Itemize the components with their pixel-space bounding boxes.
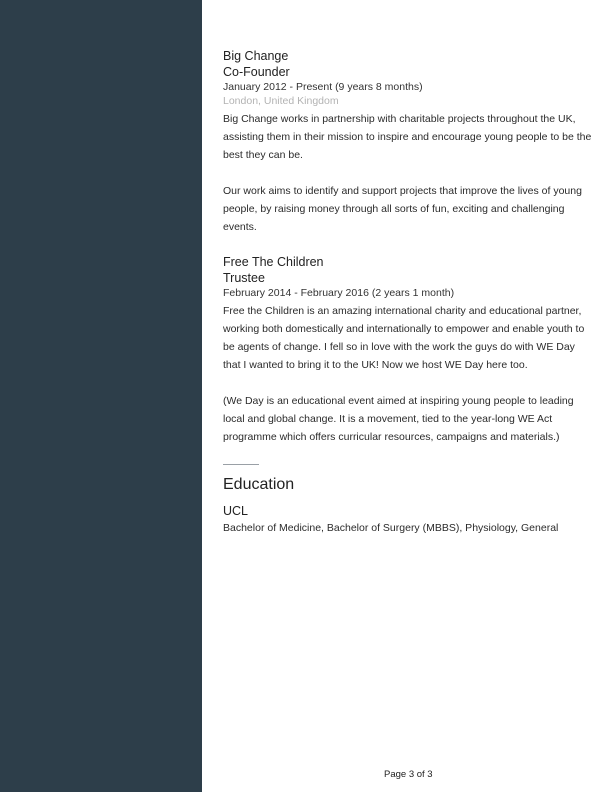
job-location: London, United Kingdom [223,95,339,107]
section-divider [223,464,259,465]
experience-entry-big-change: Big Change Co-Founder January 2012 - Pre… [223,48,593,236]
company-name: Free The Children [223,255,324,269]
job-title: Trustee [223,271,265,285]
degree-text: Bachelor of Medicine, Bachelor of Surger… [223,522,559,534]
job-title: Co-Founder [223,65,290,79]
page-number: Page 3 of 3 [384,769,433,780]
job-description: Free the Children is an amazing internat… [223,305,585,371]
job-dates: January 2012 - Present (9 years 8 months… [223,81,423,93]
job-description: Big Change works in partnership with cha… [223,113,592,161]
education-heading: Education [223,476,295,493]
sidebar-panel [0,0,202,792]
job-description: Our work aims to identify and support pr… [223,185,582,233]
job-dates: February 2014 - February 2016 (2 years 1… [223,287,455,299]
company-name: Big Change [223,49,289,63]
experience-entry-free-the-children: Free The Children Trustee February 2014 … [223,254,593,446]
school-name: UCL [223,504,249,518]
main-content: Big Change Co-Founder January 2012 - Pre… [223,48,593,537]
job-description: (We Day is an educational event aimed at… [223,395,574,443]
